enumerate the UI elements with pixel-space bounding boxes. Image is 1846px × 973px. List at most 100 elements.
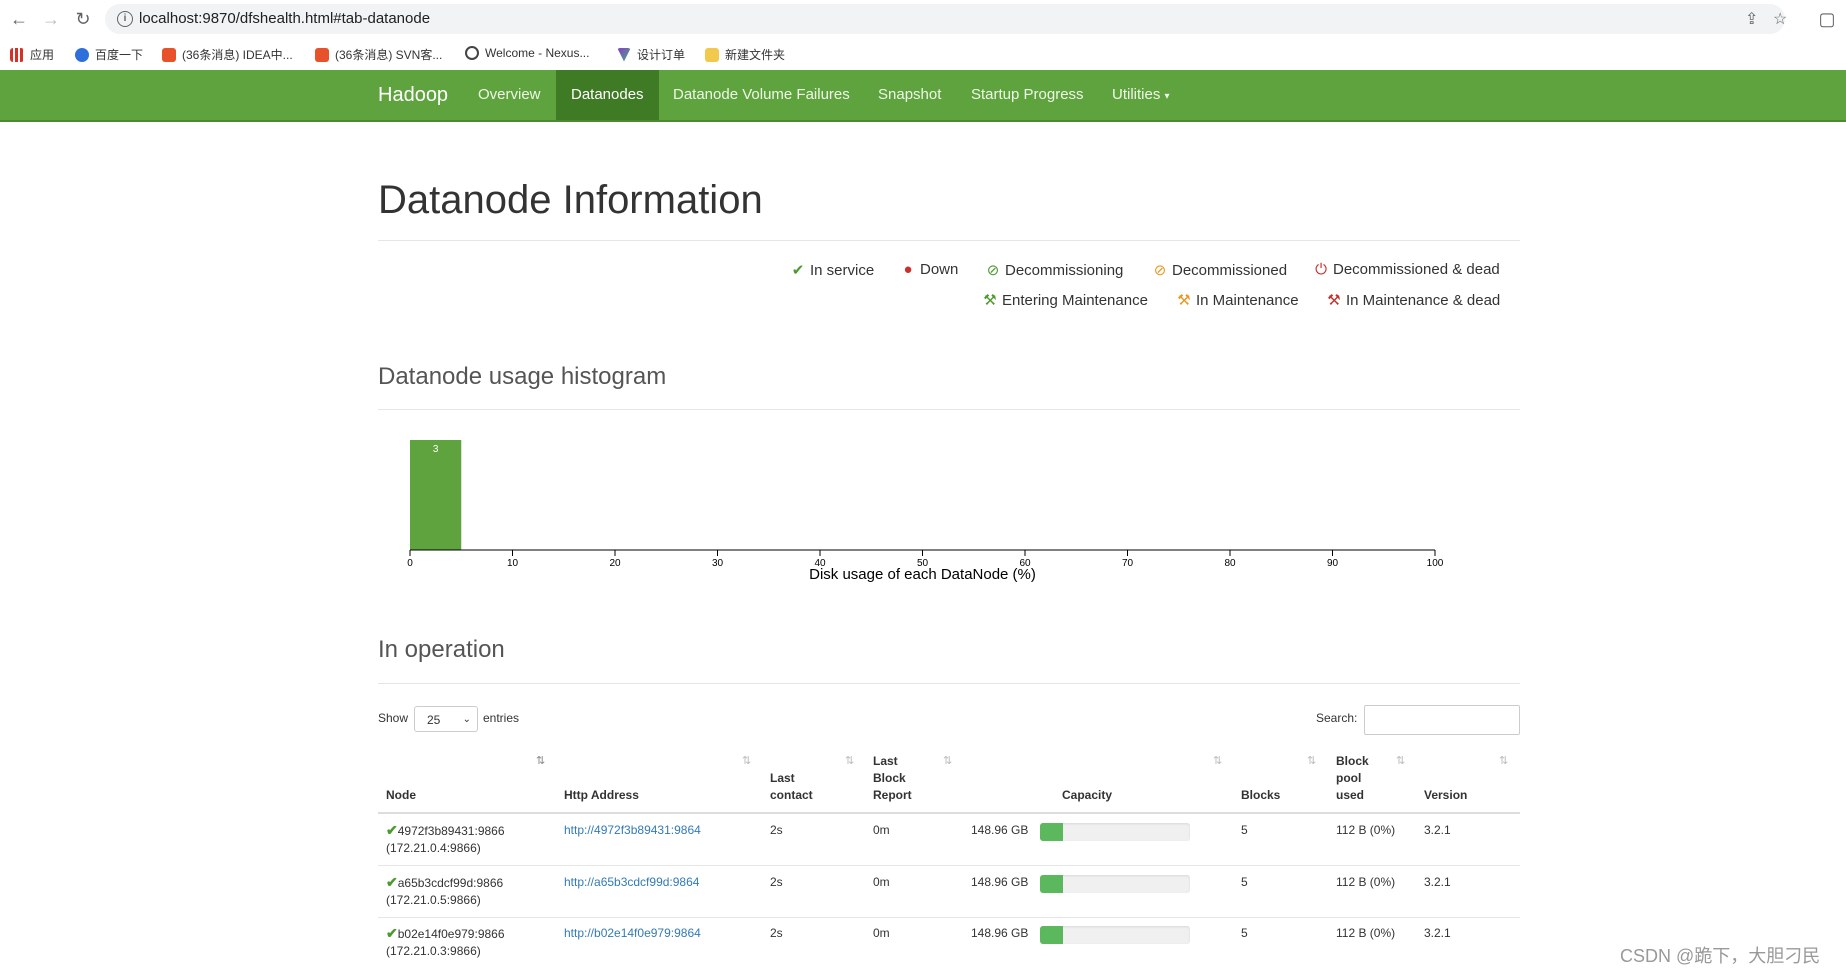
hadoop-navbar: Hadoop Overview Datanodes Datanode Volum…: [0, 70, 1846, 122]
sort-icon[interactable]: ⇅: [845, 754, 854, 767]
legend-in-maintenance: ⚒ In Maintenance: [1176, 291, 1299, 309]
legend-label: Decommissioned & dead: [1333, 261, 1500, 278]
header-version[interactable]: Version: [1424, 787, 1467, 804]
bookmark-idea[interactable]: (36条消息) IDEA中...: [162, 46, 293, 63]
row-divider: [378, 917, 1520, 918]
block-pool-used: 112 B (0%): [1336, 875, 1396, 889]
bookmark-apps[interactable]: 应用: [10, 46, 54, 63]
node-name: 4972f3b89431:9866: [397, 824, 505, 838]
header-line: used: [1336, 788, 1365, 802]
http-address-link[interactable]: http://a65b3cdcf99d:9864: [564, 875, 699, 889]
header-line: pool: [1336, 771, 1362, 785]
sort-icon[interactable]: ⇅: [742, 754, 751, 767]
bookmark-label: (36条消息) SVN客...: [335, 48, 443, 62]
header-line: contact: [770, 788, 813, 802]
sort-icon[interactable]: ⇅: [1396, 754, 1405, 767]
bookmark-orders[interactable]: 设计订单: [617, 46, 685, 63]
nav-startup-progress[interactable]: Startup Progress: [956, 70, 1099, 120]
nav-volume-failures[interactable]: Datanode Volume Failures: [658, 70, 865, 120]
window-icon[interactable]: ▢: [1816, 8, 1838, 30]
nav-datanodes[interactable]: Datanodes: [556, 70, 659, 120]
ban-circle-icon: ⊘: [986, 262, 1000, 279]
legend-in-service: ✔ In service: [790, 261, 875, 279]
sort-icon[interactable]: ⇅: [1307, 754, 1316, 767]
sort-asc-icon[interactable]: ⇅: [536, 754, 545, 767]
check-icon: ✔: [386, 925, 398, 941]
usage-histogram: 30 10 20 30 40 50 60 70 80 90 100Disk usage of eac…: [407, 440, 1444, 583]
reload-icon[interactable]: ↻: [72, 8, 94, 30]
header-line: Last: [770, 771, 795, 785]
capacity-progress-fill: [1040, 823, 1063, 841]
legend-decommissioned-dead: ⏻ Decommissioned & dead: [1313, 261, 1500, 278]
share-icon[interactable]: ⇪: [1745, 9, 1758, 29]
sort-icon[interactable]: ⇅: [1213, 754, 1222, 767]
last-block-report: 0m: [873, 926, 890, 940]
nav-utilities[interactable]: Utilities ▾: [1097, 70, 1185, 120]
histogram-title: Datanode usage histogram: [378, 363, 667, 390]
capacity-progress: [1040, 823, 1190, 841]
show-label: Show: [378, 711, 409, 725]
site-info-icon[interactable]: i: [117, 11, 133, 27]
node-name: b02e14f0e979:9866: [397, 927, 505, 941]
sort-icon[interactable]: ⇅: [943, 754, 952, 767]
bookmark-label: 新建文件夹: [725, 48, 786, 62]
search-label: Search:: [1316, 711, 1358, 725]
entries-select-value: 25: [427, 713, 441, 727]
capacity-progress: [1040, 875, 1190, 893]
node-cell: ✔4972f3b89431:9866 (172.21.0.4:9866): [386, 822, 505, 857]
brand-logo[interactable]: Hadoop: [378, 84, 448, 107]
last-contact: 2s: [770, 875, 783, 889]
bookmark-svn[interactable]: (36条消息) SVN客...: [315, 46, 442, 63]
nav-overview[interactable]: Overview: [463, 70, 556, 120]
forward-icon[interactable]: →: [40, 8, 62, 30]
bookmark-folder[interactable]: 新建文件夹: [705, 46, 785, 63]
capacity-progress: [1040, 926, 1190, 944]
browser-toolbar: ← → ↻ i localhost:9870/dfshealth.html#ta…: [0, 0, 1846, 38]
blocks: 5: [1241, 875, 1248, 889]
http-address-link[interactable]: http://b02e14f0e979:9864: [564, 926, 701, 940]
address-bar[interactable]: i localhost:9870/dfshealth.html#tab-data…: [105, 4, 1787, 34]
bookmark-nexus[interactable]: Welcome - Nexus...: [465, 46, 589, 60]
last-block-report: 0m: [873, 823, 890, 837]
star-icon[interactable]: ☆: [1773, 9, 1787, 29]
block-pool-used: 112 B (0%): [1336, 823, 1396, 837]
header-blocks[interactable]: Blocks: [1241, 787, 1280, 804]
divider: [378, 683, 1520, 684]
http-address-link[interactable]: http://4972f3b89431:9864: [564, 823, 701, 837]
nav-snapshot[interactable]: Snapshot: [863, 70, 956, 120]
check-icon: ✔: [791, 262, 805, 279]
version: 3.2.1: [1424, 926, 1451, 940]
header-last-block-report[interactable]: Last Block Report: [873, 753, 912, 804]
capacity-progress-fill: [1040, 875, 1063, 893]
header-line: Last: [873, 754, 898, 768]
version: 3.2.1: [1424, 823, 1451, 837]
header-line: Report: [873, 788, 912, 802]
header-capacity[interactable]: Capacity: [1062, 787, 1112, 804]
header-last-contact[interactable]: Last contact: [770, 770, 813, 804]
capacity-text: 148.96 GB: [971, 926, 1029, 940]
bookmark-label: Welcome - Nexus...: [485, 46, 590, 60]
last-block-report: 0m: [873, 875, 890, 889]
legend-label: In Maintenance: [1196, 292, 1299, 309]
csdn-icon: [162, 47, 176, 62]
bookmarks-bar: 应用 百度一下 (36条消息) IDEA中... (36条消息) SVN客...…: [0, 40, 1846, 70]
folder-icon: [705, 47, 719, 62]
node-name: a65b3cdcf99d:9866: [397, 876, 504, 890]
bookmark-baidu[interactable]: 百度一下: [75, 46, 143, 63]
back-icon[interactable]: ←: [8, 8, 30, 30]
legend-entering-maintenance: ⚒ Entering Maintenance: [982, 291, 1148, 309]
divider: [378, 240, 1520, 241]
blocks: 5: [1241, 823, 1248, 837]
x-axis-tick-label: 80: [1224, 558, 1236, 569]
entries-select[interactable]: 25 ⌄: [414, 706, 478, 732]
search-input[interactable]: [1364, 705, 1520, 735]
x-axis-tick-label: 30: [712, 558, 724, 569]
header-node[interactable]: Node: [386, 787, 416, 804]
header-block-pool-used[interactable]: Block pool used: [1336, 753, 1369, 804]
blocks: 5: [1241, 926, 1248, 940]
header-http-address[interactable]: Http Address: [564, 787, 639, 804]
sort-icon[interactable]: ⇅: [1499, 754, 1508, 767]
csdn-icon: [315, 47, 329, 62]
nexus-icon: [465, 46, 479, 60]
x-axis-tick-label: 90: [1327, 558, 1339, 569]
